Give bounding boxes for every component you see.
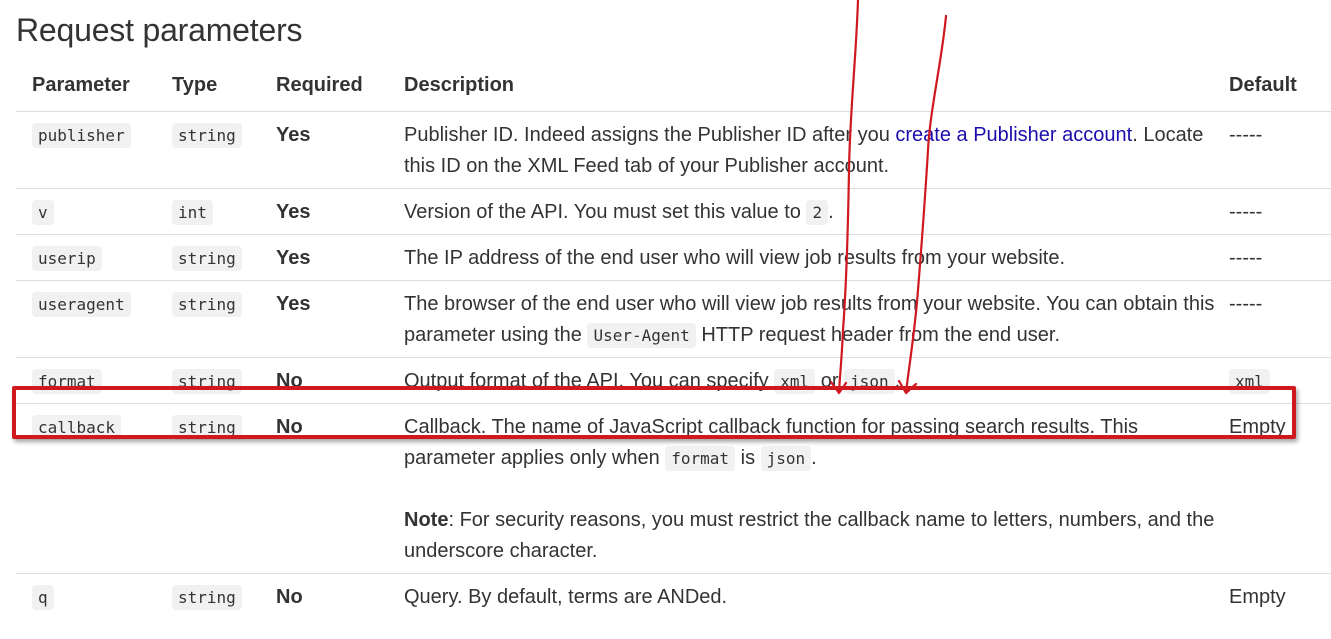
desc-text: Publisher ID. Indeed assigns the Publish… — [404, 124, 896, 146]
desc-text: Output format of the API. You can specif… — [404, 370, 775, 392]
param-default: ----- — [1229, 280, 1331, 358]
desc-text: . — [811, 447, 817, 469]
desc-text: . — [894, 370, 901, 392]
param-type: string — [172, 415, 242, 440]
param-name: v — [32, 200, 54, 225]
desc-text: Query. By default, terms are ANDed. — [404, 586, 728, 608]
table-row: userip string Yes The IP address of the … — [16, 234, 1331, 281]
param-default: xml — [1229, 369, 1270, 394]
create-publisher-account-link[interactable]: create a Publisher account — [895, 124, 1132, 146]
param-name: useragent — [32, 292, 131, 317]
desc-text: Version of the API. You must set this va… — [404, 201, 807, 223]
param-required: Yes — [276, 124, 311, 146]
table-header-row: Parameter Type Required Description Defa… — [16, 62, 1331, 112]
param-description: Publisher ID. Indeed assigns the Publish… — [404, 112, 1229, 189]
param-required: No — [276, 416, 303, 438]
table-row: q string No Query. By default, terms are… — [16, 573, 1331, 619]
table-row: useragent string Yes The browser of the … — [16, 280, 1331, 358]
param-type: string — [172, 246, 242, 271]
header-type: Type — [172, 62, 276, 112]
param-description: Version of the API. You must set this va… — [404, 188, 1229, 235]
param-type: string — [172, 369, 242, 394]
inline-code-xml: xml — [774, 369, 816, 394]
param-name: userip — [32, 246, 102, 271]
param-type: string — [172, 123, 242, 148]
inline-code: User-Agent — [587, 323, 696, 348]
inline-code: 2 — [806, 200, 829, 225]
param-default: Empty — [1229, 403, 1331, 574]
header-parameter: Parameter — [16, 62, 172, 112]
param-description: The browser of the end user who will vie… — [404, 280, 1229, 358]
header-required: Required — [276, 62, 404, 112]
desc-text: is — [735, 447, 761, 469]
desc-text: The IP address of the end user who will … — [404, 247, 1066, 269]
param-required: Yes — [276, 201, 311, 223]
header-default: Default — [1229, 62, 1331, 112]
param-description: Callback. The name of JavaScript callbac… — [404, 403, 1229, 574]
request-parameters-table: Parameter Type Required Description Defa… — [16, 62, 1331, 619]
inline-code: format — [665, 446, 736, 471]
param-required: No — [276, 370, 303, 392]
inline-code: json — [760, 446, 812, 471]
table-row: publisher string Yes Publisher ID. Indee… — [16, 112, 1331, 189]
param-name: publisher — [32, 123, 131, 148]
note-label: Note — [404, 509, 449, 531]
param-name: callback — [32, 415, 122, 440]
param-default: ----- — [1229, 234, 1331, 281]
param-description: The IP address of the end user who will … — [404, 234, 1229, 281]
table-row: v int Yes Version of the API. You must s… — [16, 188, 1331, 235]
param-type: string — [172, 292, 242, 317]
param-description: Output format of the API. You can specif… — [404, 357, 1229, 404]
param-required: Yes — [276, 247, 311, 269]
param-default: ----- — [1229, 124, 1263, 146]
param-name: format — [32, 369, 102, 394]
inline-code-json: json — [844, 369, 895, 394]
param-required: Yes — [276, 293, 311, 315]
desc-text: HTTP request header from the end user. — [695, 324, 1061, 346]
desc-text: or — [815, 370, 845, 392]
note-text: : For security reasons, you must restric… — [404, 509, 1215, 562]
table-row-format-highlighted: format string No Output format of the AP… — [16, 357, 1331, 404]
header-description: Description — [404, 62, 1229, 112]
desc-text: . — [828, 201, 834, 223]
param-default: Empty — [1229, 573, 1331, 619]
page-title: Request parameters — [16, 12, 303, 48]
param-default: ----- — [1229, 188, 1331, 235]
param-type: string — [172, 585, 242, 610]
param-required: No — [276, 586, 303, 608]
table-row: callback string No Callback. The name of… — [16, 403, 1331, 574]
param-name: q — [32, 585, 54, 610]
param-description: Query. By default, terms are ANDed. — [404, 573, 1229, 619]
param-type: int — [172, 200, 213, 225]
